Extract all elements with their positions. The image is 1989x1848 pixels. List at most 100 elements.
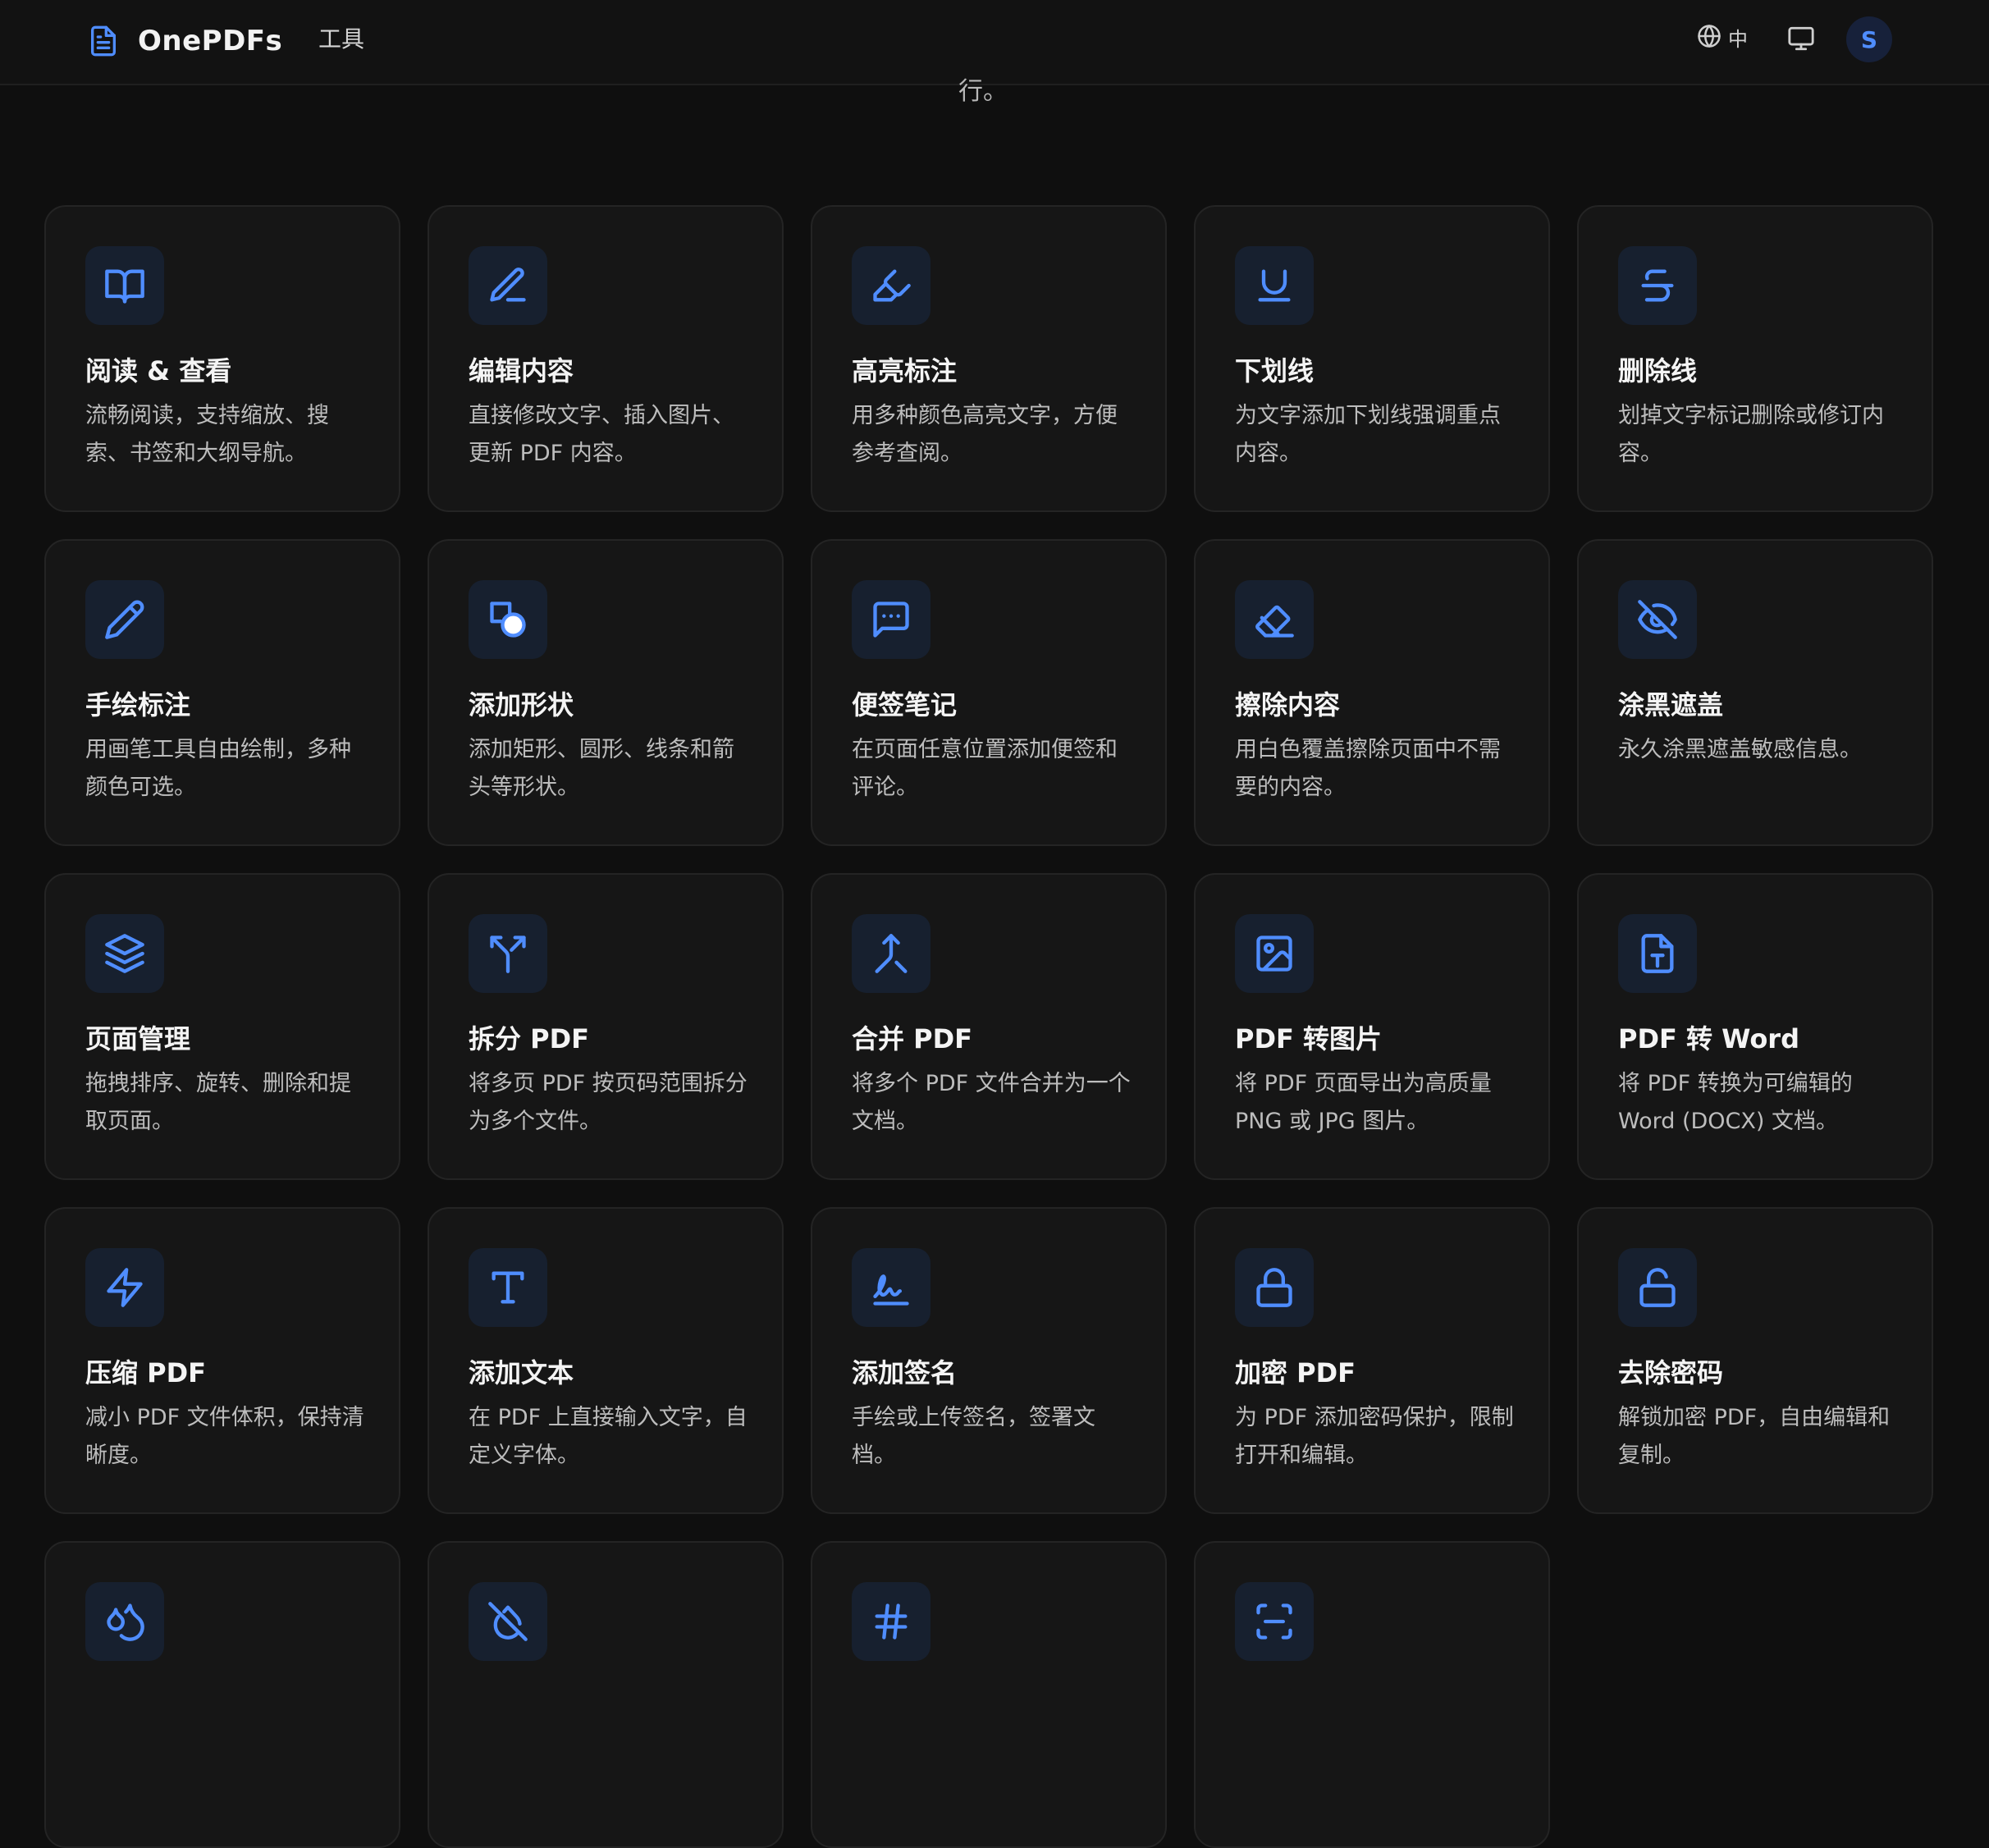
pencil-icon — [85, 580, 164, 659]
merge-icon — [852, 914, 930, 993]
tool-title: 添加形状 — [469, 689, 574, 720]
droplet-off-icon — [469, 1582, 547, 1661]
theme-display-button[interactable] — [1787, 25, 1815, 56]
tool-card[interactable]: 添加形状添加矩形、圆形、线条和箭头等形状。 — [428, 539, 784, 846]
tool-description: 将多页 PDF 按页码范围拆分为多个文件。 — [469, 1071, 748, 1134]
tool-title: 便签笔记 — [852, 689, 958, 720]
scan-text-icon — [1235, 1582, 1314, 1661]
tool-card[interactable]: 添加签名手绘或上传签名，签署文档。 — [811, 1207, 1167, 1514]
tool-description: 用画笔工具自由绘制，多种颜色可选。 — [85, 737, 351, 800]
brand-link[interactable]: OnePDFs — [85, 20, 282, 62]
tool-title: 下划线 — [1235, 355, 1315, 387]
tool-card[interactable]: 合并 PDF 将多个 PDF 文件合并为一个文档。 — [811, 873, 1167, 1180]
tool-description: 添加矩形、圆形、线条和箭头等形状。 — [469, 737, 734, 800]
tool-description: 在页面任意位置添加便签和评论。 — [852, 737, 1118, 800]
tool-card[interactable]: 阅读 & 查看流畅阅读，支持缩放、搜索、书签和大纲导航。 — [44, 205, 400, 512]
tool-description: 为文字添加下划线强调重点内容。 — [1235, 403, 1501, 466]
tool-card[interactable] — [811, 1541, 1167, 1848]
underline-icon — [1235, 246, 1314, 325]
shapes-icon — [469, 580, 547, 659]
tool-card[interactable]: 编辑内容直接修改文字、插入图片、更新 PDF 内容。 — [428, 205, 784, 512]
tool-description: 将多个 PDF 文件合并为一个文档。 — [852, 1071, 1131, 1134]
tool-card[interactable]: 拆分 PDF 将多页 PDF 按页码范围拆分为多个文件。 — [428, 873, 784, 1180]
tool-card[interactable] — [428, 1541, 784, 1848]
user-avatar[interactable]: S — [1846, 16, 1892, 62]
tool-title: 添加文本 — [469, 1357, 574, 1388]
tool-title: PDF 转 Word — [1618, 1023, 1799, 1054]
file-type-icon — [1618, 914, 1697, 993]
tool-title: 加密 PDF — [1235, 1357, 1356, 1388]
tool-description: 在 PDF 上直接输入文字，自定义字体。 — [469, 1405, 748, 1468]
hash-icon — [852, 1582, 930, 1661]
layers-icon — [85, 914, 164, 993]
tool-card[interactable]: 便签笔记在页面任意位置添加便签和评论。 — [811, 539, 1167, 846]
tool-card[interactable]: 删除线划掉文字标记删除或修订内容。 — [1577, 205, 1933, 512]
tool-description: 为 PDF 添加密码保护，限制打开和编辑。 — [1235, 1405, 1514, 1468]
tool-card[interactable]: 下划线为文字添加下划线强调重点内容。 — [1194, 205, 1550, 512]
tool-title: 添加签名 — [852, 1357, 958, 1388]
top-header: OnePDFs 工具 中 S — [0, 0, 1989, 85]
tool-card[interactable]: 去除密码解锁加密 PDF，自由编辑和复制。 — [1577, 1207, 1933, 1514]
tool-description: 减小 PDF 文件体积，保持清晰度。 — [85, 1405, 364, 1468]
file-text-icon — [85, 21, 121, 62]
tool-card[interactable]: 加密 PDF 为 PDF 添加密码保护，限制打开和编辑。 — [1194, 1207, 1550, 1514]
tool-description: 将 PDF 转换为可编辑的 Word (DOCX) 文档。 — [1618, 1071, 1853, 1134]
tool-title: 删除线 — [1618, 355, 1698, 387]
image-icon — [1235, 914, 1314, 993]
tool-title: 擦除内容 — [1235, 689, 1341, 720]
eraser-icon — [1235, 580, 1314, 659]
tool-description: 直接修改文字、插入图片、更新 PDF 内容。 — [469, 403, 734, 466]
tool-title: 涂黑遮盖 — [1618, 689, 1724, 720]
tool-title: 合并 PDF — [852, 1023, 973, 1054]
tool-description: 解锁加密 PDF，自由编辑和复制。 — [1618, 1405, 1891, 1468]
highlighter-icon — [852, 246, 930, 325]
language-label: 中 — [1728, 28, 1748, 51]
tool-card[interactable] — [1194, 1541, 1550, 1848]
tool-card[interactable]: 手绘标注用画笔工具自由绘制，多种颜色可选。 — [44, 539, 400, 846]
tool-description: 用白色覆盖擦除页面中不需要的内容。 — [1235, 737, 1501, 800]
tool-title: 编辑内容 — [469, 355, 574, 387]
tool-title: 手绘标注 — [85, 689, 191, 720]
signature-icon — [852, 1248, 930, 1327]
message-icon — [852, 580, 930, 659]
tool-card[interactable]: 压缩 PDF 减小 PDF 文件体积，保持清晰度。 — [44, 1207, 400, 1514]
tool-title: 拆分 PDF — [469, 1023, 590, 1054]
tool-title: 高亮标注 — [852, 355, 958, 387]
tool-card[interactable]: PDF 转图片将 PDF 页面导出为高质量 PNG 或 JPG 图片。 — [1194, 873, 1550, 1180]
tool-card[interactable]: 擦除内容用白色覆盖擦除页面中不需要的内容。 — [1194, 539, 1550, 846]
tool-description: 拖拽排序、旋转、删除和提取页面。 — [85, 1071, 351, 1134]
tool-description: 手绘或上传签名，签署文档。 — [852, 1405, 1095, 1468]
hero-subtitle-fragment: 行。 — [958, 77, 1008, 106]
tool-card[interactable]: 添加文本在 PDF 上直接输入文字，自定义字体。 — [428, 1207, 784, 1514]
language-switcher[interactable]: 中 — [1697, 23, 1748, 52]
tool-card[interactable]: 涂黑遮盖永久涂黑遮盖敏感信息。 — [1577, 539, 1933, 846]
tool-card[interactable] — [44, 1541, 400, 1848]
tool-card[interactable]: PDF 转 Word 将 PDF 转换为可编辑的 Word (DOCX) 文档。 — [1577, 873, 1933, 1180]
pen-icon — [469, 246, 547, 325]
tool-title: 压缩 PDF — [85, 1357, 207, 1388]
eye-off-icon — [1618, 580, 1697, 659]
droplets-icon — [85, 1582, 164, 1661]
tool-card[interactable]: 高亮标注用多种颜色高亮文字，方便参考查阅。 — [811, 205, 1167, 512]
zap-icon — [85, 1248, 164, 1327]
tool-description: 划掉文字标记删除或修订内容。 — [1618, 403, 1884, 466]
tool-title: PDF 转图片 — [1235, 1023, 1383, 1054]
tool-description: 流畅阅读，支持缩放、搜索、书签和大纲导航。 — [85, 403, 329, 466]
monitor-icon — [1787, 26, 1815, 56]
tool-description: 永久涂黑遮盖敏感信息。 — [1618, 737, 1862, 762]
tool-description: 将 PDF 页面导出为高质量 PNG 或 JPG 图片。 — [1235, 1071, 1492, 1134]
tool-description: 用多种颜色高亮文字，方便参考查阅。 — [852, 403, 1118, 466]
book-open-icon — [85, 246, 164, 325]
type-icon — [469, 1248, 547, 1327]
lock-icon — [1235, 1248, 1314, 1327]
tool-title: 阅读 & 查看 — [85, 355, 232, 387]
split-icon — [469, 914, 547, 993]
tool-title: 去除密码 — [1618, 1357, 1724, 1388]
tool-card[interactable]: 页面管理拖拽排序、旋转、删除和提取页面。 — [44, 873, 400, 1180]
brand-name: OnePDFs — [138, 25, 283, 57]
nav-tools-link[interactable]: 工具 — [318, 23, 364, 56]
lock-open-icon — [1618, 1248, 1697, 1327]
strikethrough-icon — [1618, 246, 1697, 325]
tool-title: 页面管理 — [85, 1023, 191, 1054]
globe-icon — [1697, 24, 1722, 52]
